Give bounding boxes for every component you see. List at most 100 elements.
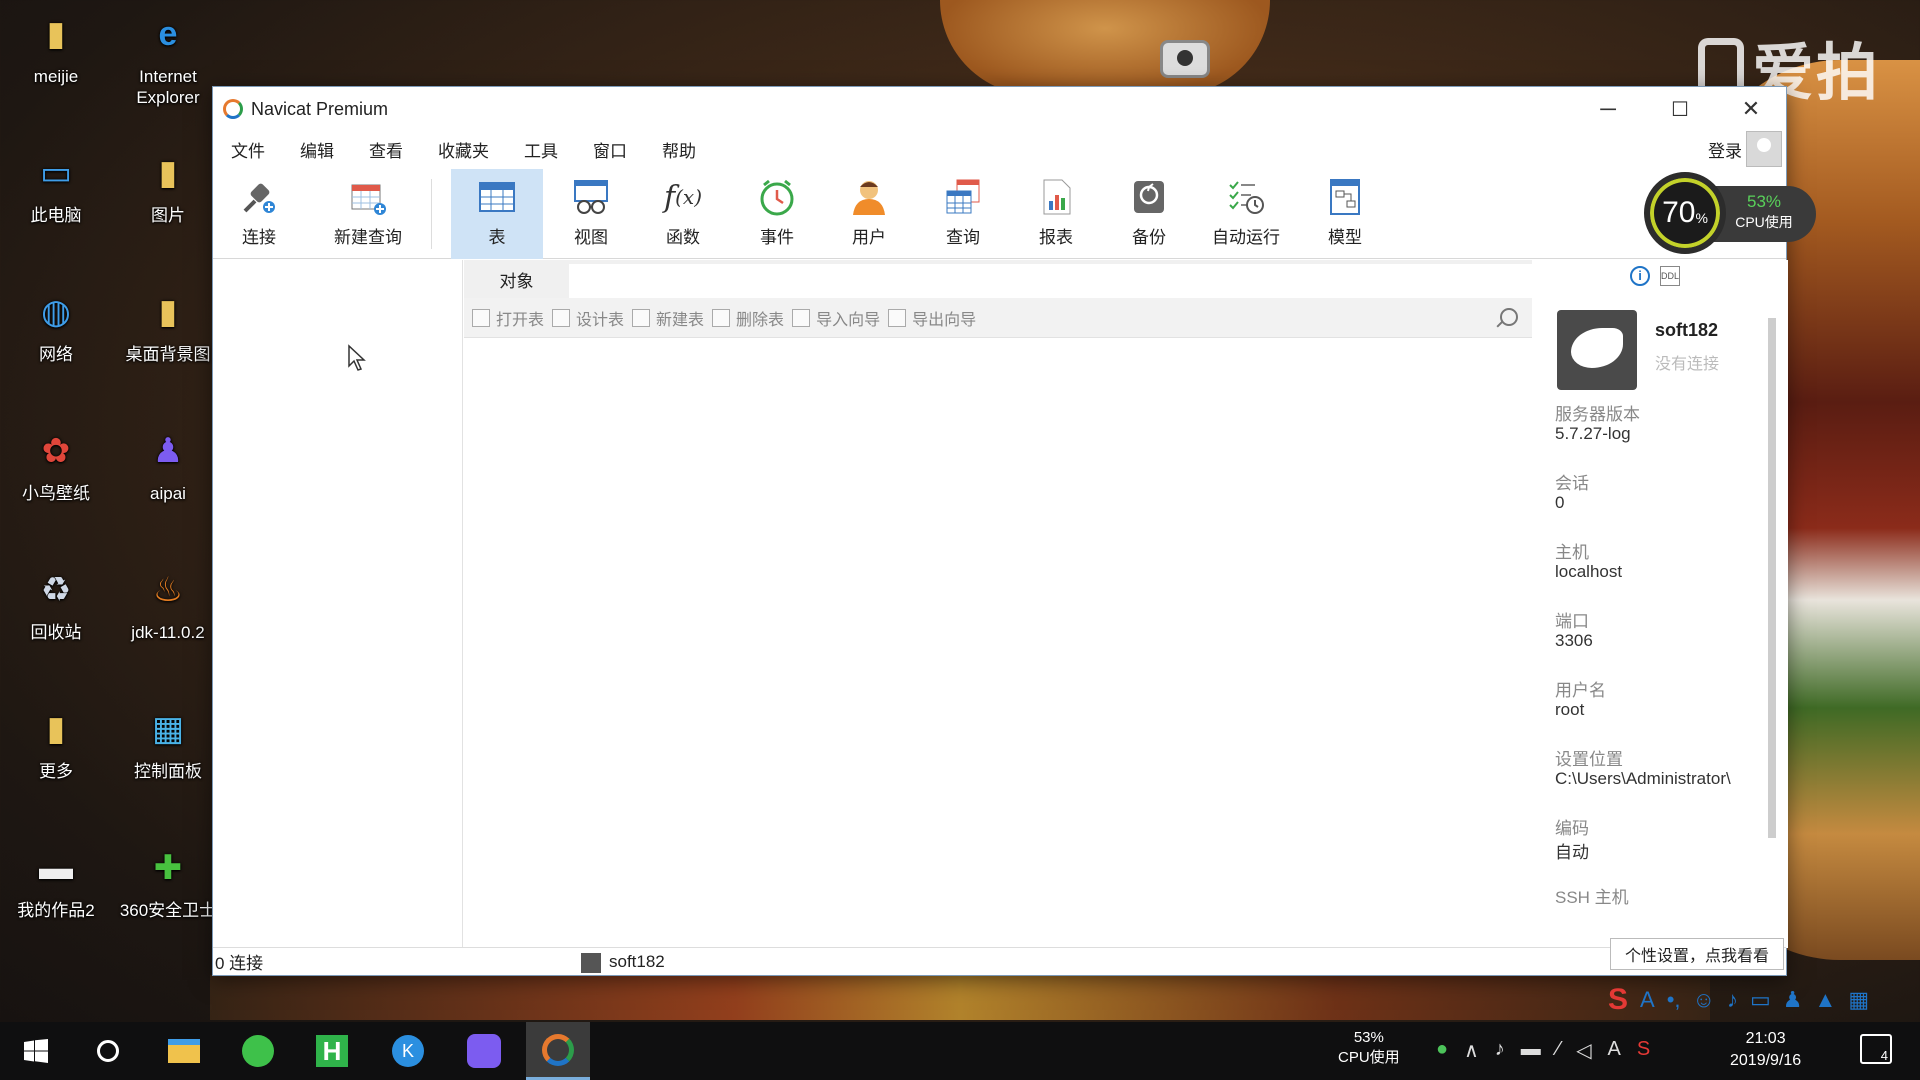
- tray-security-icon[interactable]: ●: [1436, 1038, 1448, 1063]
- info-scrollbar[interactable]: [1766, 304, 1778, 904]
- taskbar-clock[interactable]: 21:03 2019/9/16: [1730, 1028, 1801, 1072]
- toolbar-report-button[interactable]: 报表: [1010, 169, 1102, 259]
- toolbar-table-button[interactable]: 表: [451, 169, 543, 259]
- tab-objects[interactable]: 对象: [464, 260, 569, 298]
- tray-bell-icon[interactable]: ♪: [1495, 1038, 1505, 1063]
- sogou-logo-icon[interactable]: S: [1608, 983, 1628, 1017]
- desktop-icon-control-panel[interactable]: ▦ 控制面板: [116, 703, 220, 782]
- taskbar-aipai[interactable]: [452, 1022, 516, 1080]
- import-wizard-button[interactable]: 导入向导: [792, 306, 880, 330]
- taskbar-explorer[interactable]: [152, 1022, 216, 1080]
- scrollbar-thumb[interactable]: [1768, 318, 1776, 838]
- design-table-label: 设计表: [576, 311, 625, 329]
- desktop-icon-works[interactable]: ▬ 我的作品2: [4, 842, 108, 921]
- ime-voice-icon[interactable]: ♪: [1727, 987, 1738, 1013]
- toolbar-event-button[interactable]: 事件: [731, 169, 823, 259]
- ime-skin-icon[interactable]: ▲: [1815, 987, 1837, 1013]
- search-icon[interactable]: [1500, 308, 1518, 326]
- ddl-icon[interactable]: DDL: [1660, 266, 1680, 286]
- aipai-icon: ♟: [152, 431, 184, 470]
- desktop-icon-360-security[interactable]: ✚ 360安全卫士: [116, 842, 220, 921]
- action-center-button[interactable]: 4: [1860, 1034, 1892, 1064]
- desktop-icon-wallpaper-folder[interactable]: ▮ 桌面背景图: [116, 286, 220, 365]
- menu-edit[interactable]: 编辑: [288, 137, 351, 162]
- navicat-window: Navicat Premium ─ ☐ ✕ 文件 编辑 查看 收藏夹 工具 窗口…: [212, 86, 1788, 976]
- menu-bar: 文件 编辑 查看 收藏夹 工具 窗口 帮助: [213, 131, 1786, 167]
- object-list-area[interactable]: [464, 338, 1532, 948]
- status-bar: 0 连接 soft182: [213, 947, 1786, 975]
- prop-encoding: 编码 自动: [1555, 814, 1770, 883]
- desktop-icon-recycle-bin[interactable]: ♻ 回收站: [4, 564, 108, 643]
- taskbar-navicat[interactable]: [526, 1022, 590, 1080]
- design-table-button[interactable]: 设计表: [552, 306, 624, 330]
- object-toolbar: 打开表 设计表 新建表 删除表 导入向导 导出向导: [464, 298, 1532, 338]
- taskbar-hbuilder[interactable]: H: [300, 1022, 364, 1080]
- info-icon[interactable]: i: [1630, 266, 1650, 286]
- search-button[interactable]: [76, 1022, 140, 1080]
- toolbar-connect-button[interactable]: 连接: [213, 169, 305, 259]
- toolbar-query-button[interactable]: 查询: [917, 169, 1009, 259]
- ime-tooltip[interactable]: 个性设置，点我看看: [1610, 938, 1784, 970]
- ime-punct-icon[interactable]: •,: [1667, 987, 1681, 1013]
- control-panel-icon: ▦: [151, 709, 185, 748]
- tray-input-mode[interactable]: A: [1607, 1038, 1620, 1063]
- toolbar-backup-button[interactable]: 备份: [1103, 169, 1195, 259]
- taskbar-kugou[interactable]: K: [376, 1022, 440, 1080]
- ime-user-icon[interactable]: ♟: [1783, 987, 1803, 1013]
- desktop-icon-label: jdk-11.0.2: [131, 623, 205, 642]
- ime-emoji-icon[interactable]: ☺: [1693, 987, 1715, 1013]
- ime-toolbox-icon[interactable]: ▦: [1848, 987, 1869, 1013]
- toolbar-function-button[interactable]: f (x) 函数: [637, 169, 729, 259]
- desktop-icon-aipai[interactable]: ♟ aipai: [116, 425, 220, 504]
- tray-expand-icon[interactable]: ∧: [1464, 1038, 1479, 1063]
- tray-network-icon[interactable]: ⁄: [1557, 1038, 1560, 1063]
- maximize-button[interactable]: ☐: [1645, 87, 1715, 131]
- menu-view[interactable]: 查看: [357, 137, 420, 162]
- ime-keyboard-icon[interactable]: ▭: [1750, 987, 1771, 1013]
- desktop-icon-java[interactable]: ♨ jdk-11.0.2: [116, 564, 220, 643]
- mouse-cursor-icon: [348, 344, 366, 371]
- desktop-icon-pictures-folder[interactable]: ▮ 图片: [116, 147, 220, 226]
- export-wizard-button[interactable]: 导出向导: [888, 306, 976, 330]
- close-button[interactable]: ✕: [1716, 87, 1786, 131]
- minimize-button[interactable]: ─: [1573, 87, 1643, 131]
- connection-tree[interactable]: [213, 260, 463, 948]
- taskbar-browser[interactable]: [226, 1022, 290, 1080]
- ime-mode-icon[interactable]: A: [1640, 987, 1655, 1013]
- tray-battery-icon[interactable]: ▬: [1521, 1038, 1541, 1063]
- toolbar-label: 自动运行: [1212, 228, 1280, 247]
- delete-table-button[interactable]: 删除表: [712, 306, 784, 330]
- prop-value: 自动: [1555, 843, 1589, 862]
- desktop-icon-internet-explorer[interactable]: e Internet Explorer: [116, 8, 220, 108]
- computer-icon: ▭: [39, 153, 73, 192]
- menu-tools[interactable]: 工具: [512, 137, 575, 162]
- clock-date: 2019/9/16: [1730, 1052, 1802, 1069]
- desktop-icon-bird-wallpaper[interactable]: ✿ 小鸟壁纸: [4, 425, 108, 504]
- tray-volume-icon[interactable]: ◁: [1576, 1038, 1591, 1063]
- tray-cpu-percent: 53%: [1353, 1029, 1384, 1046]
- menu-file[interactable]: 文件: [219, 137, 282, 162]
- login-link[interactable]: 登录: [1708, 137, 1742, 162]
- account-avatar[interactable]: [1746, 131, 1782, 167]
- title-bar[interactable]: Navicat Premium ─ ☐ ✕: [213, 87, 1786, 131]
- menu-window[interactable]: 窗口: [581, 137, 644, 162]
- desktop-icon-more-folder[interactable]: ▮ 更多: [4, 703, 108, 782]
- toolbar-user-button[interactable]: 用户: [823, 169, 915, 259]
- menu-favorites[interactable]: 收藏夹: [426, 137, 506, 162]
- menu-help[interactable]: 帮助: [650, 137, 713, 162]
- mysql-dolphin-icon: [1557, 310, 1637, 390]
- tray-sogou-icon[interactable]: S: [1637, 1038, 1650, 1063]
- toolbar-new-query-button[interactable]: 新建查询: [313, 169, 423, 259]
- desktop-icon-computer[interactable]: ▭ 此电脑: [4, 147, 108, 226]
- toolbar-model-button[interactable]: 模型: [1299, 169, 1391, 259]
- toolbar-automation-button[interactable]: 自动运行: [1193, 169, 1299, 259]
- start-button[interactable]: [4, 1022, 68, 1080]
- desktop-icon-network[interactable]: ◍ 网络: [4, 286, 108, 365]
- new-table-button[interactable]: 新建表: [632, 306, 704, 330]
- desktop-icon-user-folder[interactable]: ▮ meijie: [4, 8, 108, 87]
- tray-cpu-monitor[interactable]: 53% CPU使用: [1338, 1028, 1400, 1068]
- cortana-icon: [97, 1040, 119, 1062]
- toolbar-view-button[interactable]: 视图: [545, 169, 637, 259]
- cpu-monitor-widget[interactable]: 53% CPU使用 70%: [1644, 172, 1816, 254]
- open-table-button[interactable]: 打开表: [472, 306, 544, 330]
